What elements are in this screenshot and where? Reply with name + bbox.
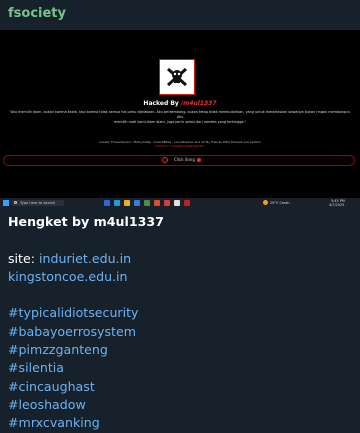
- hashtag-link[interactable]: #leoshadow: [8, 396, 353, 414]
- deface-message-line: "Aku memilih diam, bukan karena kalah, t…: [9, 110, 351, 119]
- windows-start-icon[interactable]: [3, 200, 9, 206]
- hashtag-link[interactable]: #babayoerrosystem: [8, 323, 353, 341]
- taskbar-search-placeholder: Type here to search: [20, 201, 56, 205]
- play-icon[interactable]: [162, 157, 168, 163]
- record-icon: [197, 158, 201, 162]
- site-link[interactable]: kingstoncoe.edu.in: [8, 268, 353, 286]
- clock-date: 4/7/2025: [329, 203, 345, 207]
- message-title: Hengket by m4ul1337: [8, 214, 164, 229]
- hacked-prefix: Hacked By: [143, 100, 179, 107]
- firefox-icon[interactable]: [154, 200, 160, 206]
- message-screenshot[interactable]: Hacked By /m4ul1337 "Aku memilih diam, b…: [0, 30, 360, 208]
- chrome-icon[interactable]: [174, 200, 180, 206]
- search-icon: [14, 201, 17, 204]
- deface-message-line: memilih mati kami diam diam, juga perlu …: [113, 120, 247, 124]
- task-view-icon[interactable]: [104, 200, 110, 206]
- edge-icon[interactable]: [114, 200, 120, 206]
- hashtag-link[interactable]: #mrxcvanking: [8, 414, 353, 432]
- skull-logo-icon: [159, 59, 195, 95]
- weather-icon: [263, 200, 268, 205]
- greets-block: Greetz: FlowerSquad - MrPuyanNg - Indoxa…: [0, 140, 360, 148]
- store-icon[interactable]: [134, 200, 140, 206]
- opera-icon[interactable]: [164, 200, 170, 206]
- site-link[interactable]: induriet.edu.in: [39, 251, 131, 266]
- hacker-name: /m4ul1337: [180, 100, 217, 107]
- player-label: Click Song: [174, 157, 195, 162]
- defaced-page: Hacked By /m4ul1337 "Aku memilih diam, b…: [0, 30, 360, 198]
- contact-line: Contact: t.me/wibungLahag1337: [155, 144, 205, 148]
- site-line: site: induriet.edu.in: [8, 250, 353, 268]
- hashtag-link[interactable]: #silentia: [8, 359, 353, 377]
- taskbar-search[interactable]: Type here to search: [12, 200, 64, 206]
- hacked-by-heading: Hacked By /m4ul1337: [0, 100, 360, 107]
- hashtag-link[interactable]: #typicalidiotsecurity: [8, 304, 353, 322]
- channel-name[interactable]: fsociety: [8, 6, 66, 21]
- weather-text: 29°C Cerah: [270, 201, 290, 205]
- hashtag-link[interactable]: #pimzzganteng: [8, 341, 353, 359]
- chat-header: fsociety: [0, 0, 360, 30]
- windows-taskbar: Type here to search 29°C Cerah 5:45 PM 4…: [0, 198, 360, 208]
- folder-icon[interactable]: [124, 200, 130, 206]
- hashtag-link[interactable]: #cincaughast: [8, 378, 353, 396]
- site-label: site:: [8, 250, 35, 266]
- app-icon[interactable]: [144, 200, 150, 206]
- active-app-icon[interactable]: [184, 200, 190, 206]
- deface-message: "Aku memilih diam, bukan karena kalah, t…: [6, 110, 354, 125]
- audio-player[interactable]: Click Song: [3, 155, 355, 166]
- message-text: Hengket by m4ul1337 site: induriet.edu.i…: [8, 213, 353, 433]
